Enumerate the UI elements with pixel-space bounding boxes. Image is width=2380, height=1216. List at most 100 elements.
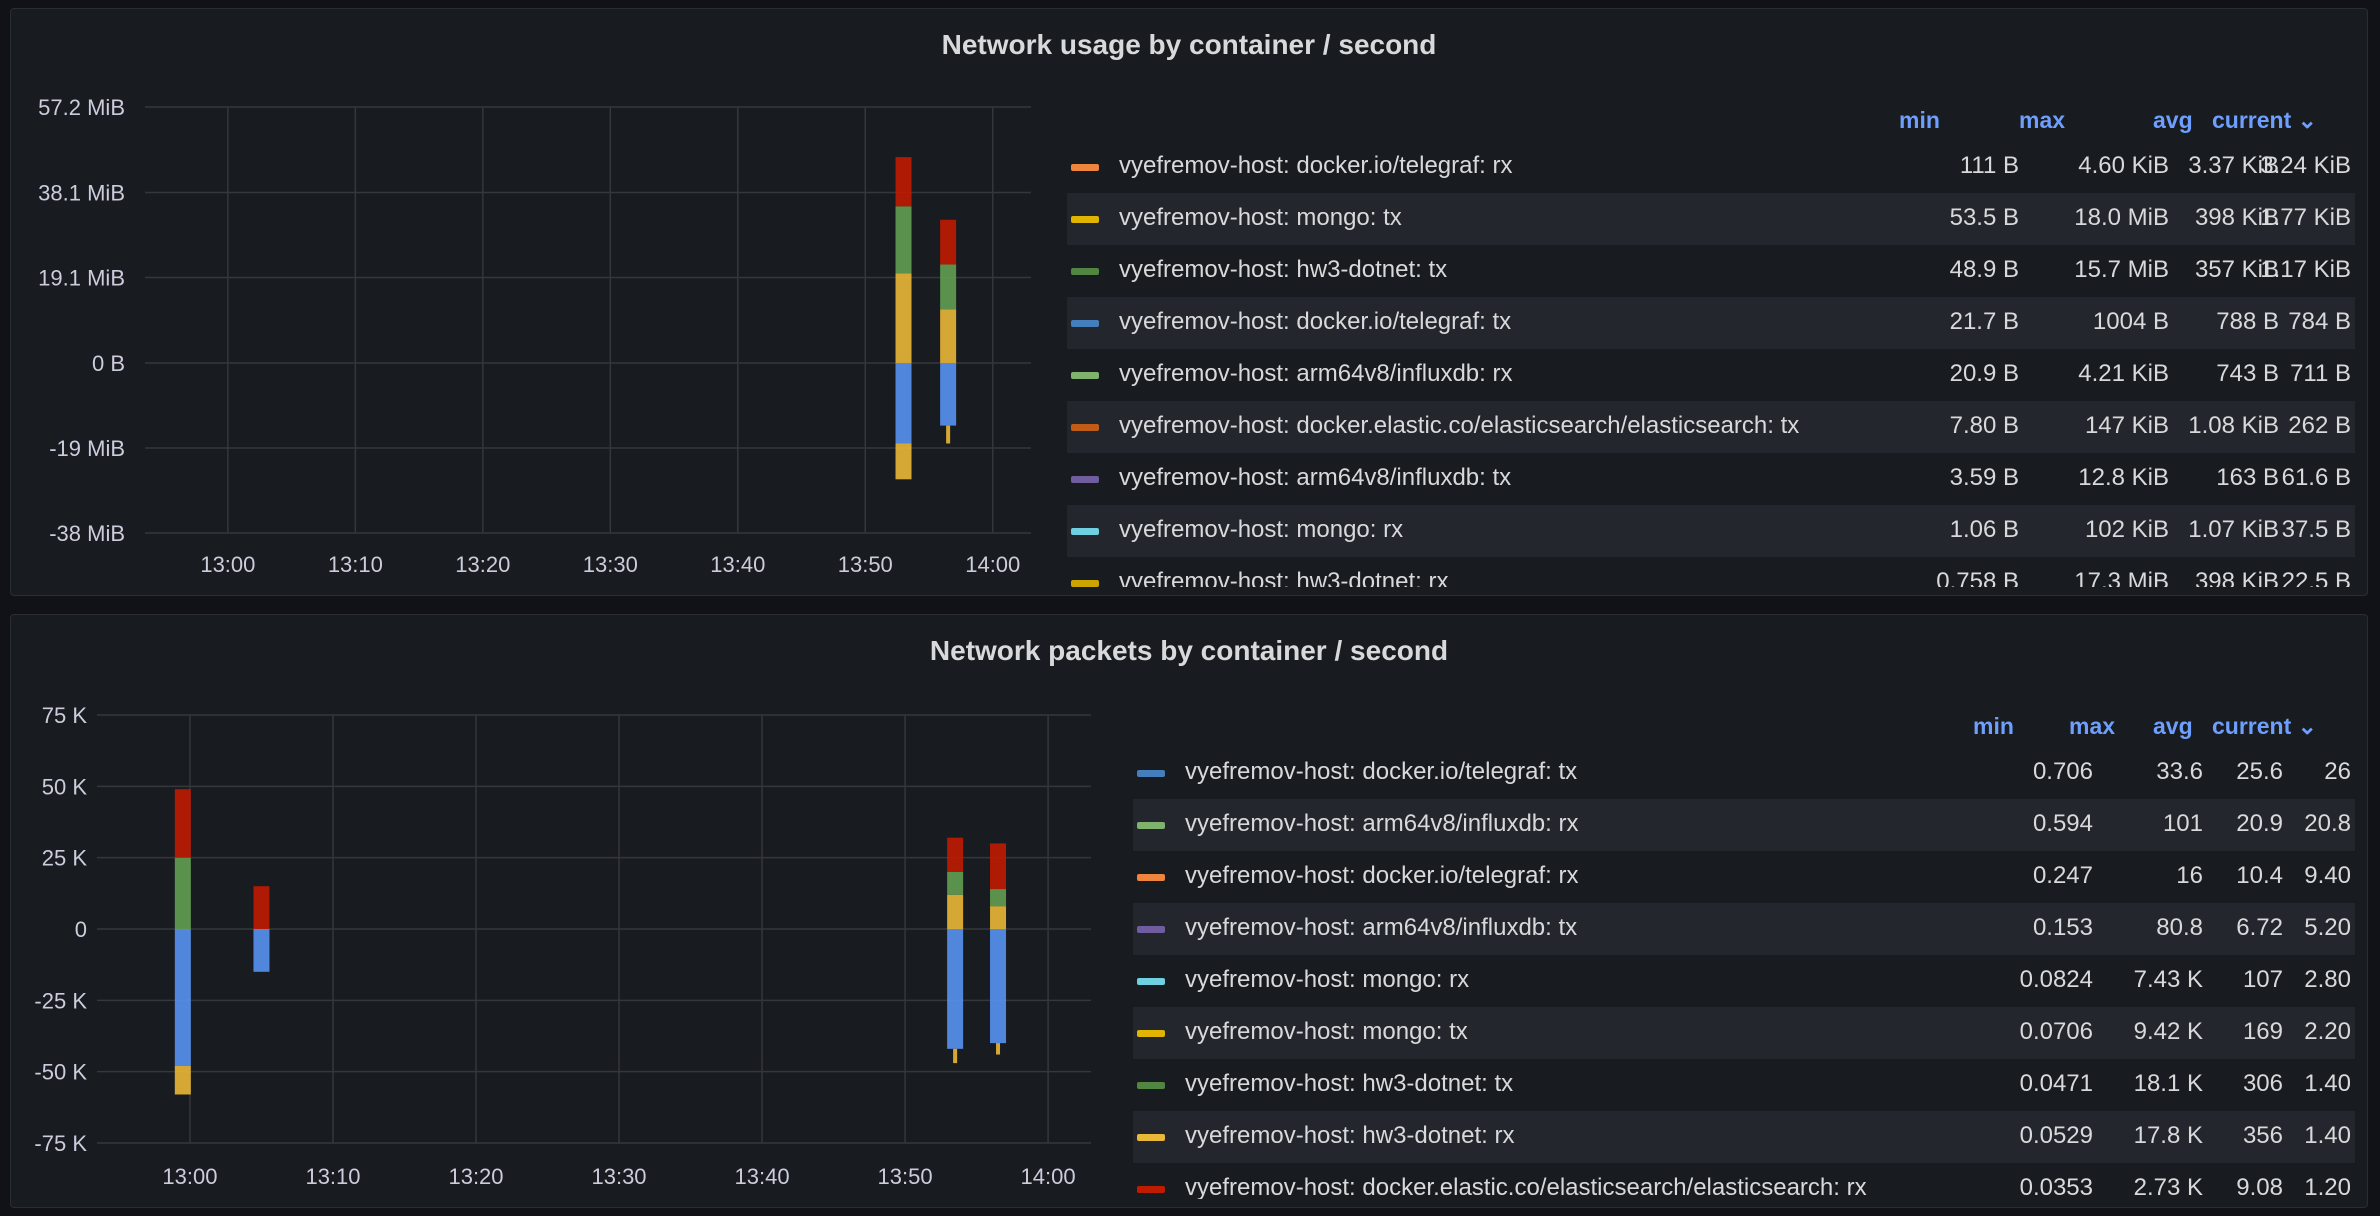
x-tick-label: 13:40 <box>735 1164 790 1189</box>
series-color-swatch[interactable] <box>1137 874 1165 881</box>
network-usage-chart[interactable]: 57.2 MiB 38.1 MiB 19.1 MiB 0 B -19 MiB -38 Mi… <box>11 9 1051 596</box>
series-color-swatch[interactable] <box>1071 528 1099 535</box>
legend-header-max[interactable]: max <box>2019 107 2065 134</box>
data-area-segment <box>947 894 964 929</box>
series-name[interactable]: vyefremov-host: arm64v8/influxdb: rx <box>1185 810 1578 838</box>
legend-row[interactable]: vyefremov-host: docker.elastic.co/elasti… <box>1133 1163 2355 1199</box>
legend-rows: vyefremov-host: docker.io/telegraf: rx 11… <box>1067 141 2355 587</box>
y-tick-label: -50 K <box>34 1060 87 1085</box>
series-color-swatch[interactable] <box>1137 1030 1165 1037</box>
series-name[interactable]: vyefremov-host: mongo: tx <box>1119 204 1402 232</box>
legend-header-current[interactable]: current ⌄ <box>2212 107 2317 134</box>
network-packets-chart[interactable]: 75 K 50 K 25 K 0 -25 K -50 K -75 K 13:00 13:10 13… <box>11 615 1111 1208</box>
series-color-swatch[interactable] <box>1137 978 1165 985</box>
series-current-value: 1.40 <box>2304 1122 2351 1149</box>
series-name[interactable]: vyefremov-host: hw3-dotnet: rx <box>1119 568 1448 587</box>
data-area-segment <box>940 219 957 265</box>
series-name[interactable]: vyefremov-host: arm64v8/influxdb: rx <box>1119 360 1512 388</box>
series-current-value: 1.20 <box>2304 1174 2351 1199</box>
series-color-swatch[interactable] <box>1137 1186 1165 1193</box>
legend-row[interactable]: vyefremov-host: hw3-dotnet: tx 0.0471 18.1… <box>1133 1059 2355 1111</box>
data-area-segment <box>990 843 1007 890</box>
y-tick-label: 0 <box>75 917 87 942</box>
y-tick-label: 0 B <box>92 351 125 376</box>
legend-row[interactable]: vyefremov-host: hw3-dotnet: rx 0.0529 17.8… <box>1133 1111 2355 1163</box>
series-color-swatch[interactable] <box>1071 216 1099 223</box>
legend-row[interactable]: vyefremov-host: docker.io/telegraf: rx 11… <box>1067 141 2355 193</box>
data-area-segment <box>946 425 951 444</box>
series-current-value: 9.40 <box>2304 862 2351 889</box>
series-current-value: 5.20 <box>2304 914 2351 941</box>
data-burst <box>940 219 957 444</box>
series-color-swatch[interactable] <box>1071 268 1099 275</box>
legend-header-avg[interactable]: avg <box>2153 107 2193 134</box>
series-color-swatch[interactable] <box>1137 770 1165 777</box>
series-name[interactable]: vyefremov-host: docker.elastic.co/elasti… <box>1185 1174 1867 1199</box>
legend-header-max[interactable]: max <box>2069 713 2115 740</box>
series-name[interactable]: vyefremov-host: arm64v8/influxdb: tx <box>1119 464 1511 492</box>
legend-row[interactable]: vyefremov-host: docker.elastic.co/elasti… <box>1067 401 2355 453</box>
series-color-swatch[interactable] <box>1137 1082 1165 1089</box>
y-tick-label: -38 MiB <box>49 521 125 546</box>
series-color-swatch[interactable] <box>1071 372 1099 379</box>
y-tick-label: 75 K <box>42 703 88 728</box>
series-color-swatch[interactable] <box>1071 476 1099 483</box>
series-color-swatch[interactable] <box>1071 320 1099 327</box>
series-color-swatch[interactable] <box>1137 1134 1165 1141</box>
data-area-segment <box>895 206 912 274</box>
y-tick-label: 57.2 MiB <box>38 95 125 120</box>
data-area-segment <box>895 362 912 444</box>
series-name[interactable]: vyefremov-host: docker.io/telegraf: rx <box>1119 152 1513 180</box>
series-name[interactable]: vyefremov-host: mongo: rx <box>1119 516 1403 544</box>
y-tick-label: -19 MiB <box>49 436 125 461</box>
series-name[interactable]: vyefremov-host: docker.io/telegraf: tx <box>1119 308 1511 336</box>
legend-row[interactable]: vyefremov-host: mongo: tx 0.0706 9.42 K 169… <box>1133 1007 2355 1059</box>
series-color-swatch[interactable] <box>1071 164 1099 171</box>
legend-row[interactable]: vyefremov-host: hw3-dotnet: tx 48.9 B 15.7… <box>1067 245 2355 297</box>
data-area-segment <box>990 906 1007 929</box>
series-name[interactable]: vyefremov-host: arm64v8/influxdb: tx <box>1185 914 1577 942</box>
series-name[interactable]: vyefremov-host: mongo: tx <box>1185 1018 1468 1046</box>
network-usage-legend: min max avg current ⌄ vyefremov-host: do… <box>1067 107 2355 587</box>
legend-row[interactable]: vyefremov-host: arm64v8/influxdb: rx 0.59… <box>1133 799 2355 851</box>
series-current-value: 711 B <box>2290 360 2351 387</box>
series-color-swatch[interactable] <box>1137 926 1165 933</box>
data-burst <box>947 837 964 1064</box>
series-color-swatch[interactable] <box>1137 822 1165 829</box>
legend-row[interactable]: vyefremov-host: arm64v8/influxdb: rx 20.9… <box>1067 349 2355 401</box>
legend-rows: vyefremov-host: docker.io/telegraf: tx 0.… <box>1133 747 2355 1199</box>
series-color-swatch[interactable] <box>1071 580 1099 587</box>
network-packets-legend: min max avg current ⌄ vyefremov-host: do… <box>1133 713 2355 1199</box>
legend-row[interactable]: vyefremov-host: mongo: rx 1.06 B 102 KiB 1.… <box>1067 505 2355 557</box>
series-name[interactable]: vyefremov-host: mongo: rx <box>1185 966 1469 994</box>
legend-row[interactable]: vyefremov-host: arm64v8/influxdb: tx 3.59… <box>1067 453 2355 505</box>
data-area-segment <box>940 264 957 310</box>
data-area-segment <box>174 1065 191 1095</box>
legend-row[interactable]: vyefremov-host: docker.io/telegraf: tx 0.… <box>1133 747 2355 799</box>
legend-row[interactable]: vyefremov-host: docker.io/telegraf: rx 0.… <box>1133 851 2355 903</box>
series-name[interactable]: vyefremov-host: docker.io/telegraf: tx <box>1185 758 1577 786</box>
legend-row[interactable]: vyefremov-host: mongo: tx 53.5 B 18.0 MiB 3… <box>1067 193 2355 245</box>
legend-header-avg[interactable]: avg <box>2153 713 2193 740</box>
data-burst <box>174 789 191 1095</box>
legend-row[interactable]: vyefremov-host: hw3-dotnet: rx 0.758 B 17.… <box>1067 557 2355 587</box>
series-name[interactable]: vyefremov-host: docker.elastic.co/elasti… <box>1119 412 1799 440</box>
series-current-value: 1.77 KiB <box>2260 204 2351 231</box>
series-name[interactable]: vyefremov-host: hw3-dotnet: tx <box>1185 1070 1513 1098</box>
legend-header-current[interactable]: current ⌄ <box>2212 713 2317 740</box>
x-tick-label: 13:30 <box>583 552 638 577</box>
legend-row[interactable]: vyefremov-host: arm64v8/influxdb: tx 0.15… <box>1133 903 2355 955</box>
legend-row[interactable]: vyefremov-host: docker.io/telegraf: tx 21… <box>1067 297 2355 349</box>
series-name[interactable]: vyefremov-host: hw3-dotnet: rx <box>1185 1122 1514 1150</box>
data-area-segment <box>940 362 957 426</box>
series-name[interactable]: vyefremov-host: docker.io/telegraf: rx <box>1185 862 1579 890</box>
data-area-segment <box>947 929 964 1049</box>
legend-row[interactable]: vyefremov-host: mongo: rx 0.0824 7.43 K 107… <box>1133 955 2355 1007</box>
data-area-segment <box>996 1043 1001 1055</box>
series-color-swatch[interactable] <box>1071 424 1099 431</box>
legend-header-min[interactable]: min <box>1899 107 1940 134</box>
y-tick-label: 19.1 MiB <box>38 265 125 290</box>
legend-header-current-label: current <box>2212 713 2292 739</box>
legend-header-min[interactable]: min <box>1973 713 2014 740</box>
series-name[interactable]: vyefremov-host: hw3-dotnet: tx <box>1119 256 1447 284</box>
